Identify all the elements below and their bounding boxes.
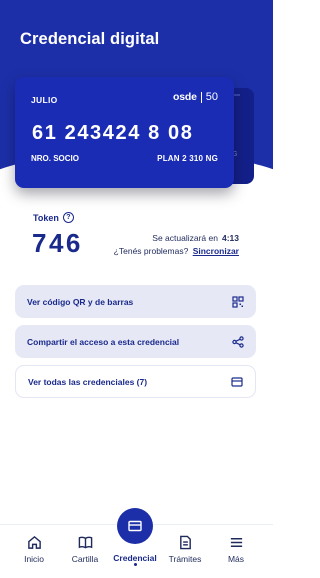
qr-code-button-label: Ver código QR y de barras	[27, 296, 134, 307]
plan-label: PLAN 2 310 NG	[157, 154, 218, 163]
member-number-label: NRO. SOCIO	[31, 154, 80, 163]
all-credentials-button[interactable]: Ver todas las credenciales (7)	[15, 365, 256, 398]
credential-fab-button[interactable]	[117, 508, 153, 544]
nav-item-inicio[interactable]: Inicio	[7, 535, 61, 564]
nav-item-mas[interactable]: Más	[209, 535, 263, 564]
share-credential-button[interactable]: Compartir el acceso a esta credencial	[15, 325, 256, 358]
page-title: Credencial digital	[20, 30, 160, 48]
all-credentials-label: Ver todas las credenciales (7)	[28, 376, 148, 387]
book-icon	[78, 536, 92, 549]
member-number: 61 243424 8 08	[32, 122, 194, 144]
document-icon	[179, 535, 191, 550]
update-text: Se actualizará en	[152, 233, 218, 243]
anniversary-mark: 50	[205, 91, 218, 103]
brand-name: osde	[173, 91, 197, 103]
help-icon[interactable]: ?	[62, 212, 74, 223]
card-holder-name: JULIO	[31, 95, 58, 105]
nav-label-cartilla: Cartilla	[71, 554, 99, 564]
nav-label-mas: Más	[227, 554, 245, 564]
token-label: Token ?	[33, 212, 74, 223]
token-update-info: Se actualizará en 4:13	[152, 233, 239, 243]
sync-link[interactable]: Sincronizar	[193, 246, 239, 256]
nav-item-tramites[interactable]: Trámites	[158, 535, 212, 564]
token-countdown: 4:13	[221, 233, 239, 243]
active-indicator-dot	[134, 563, 137, 566]
qr-code-icon	[232, 295, 244, 308]
problems-text: ¿Tenés problemas?	[113, 246, 189, 256]
nav-item-cartilla[interactable]: Cartilla	[58, 535, 112, 564]
brand-logo: osde 50	[173, 91, 218, 103]
nav-label-inicio: Inicio	[24, 554, 44, 564]
nav-item-credencial[interactable]: Credencial	[108, 553, 162, 563]
credential-card-icon	[128, 520, 142, 532]
nav-label-credencial: Credencial	[113, 553, 157, 563]
token-problems: ¿Tenés problemas? Sincronizar	[114, 246, 239, 256]
token-value: 746	[32, 228, 83, 258]
credential-card[interactable]: JULIO osde 50 61 243424 8 08 NRO. SOCIO …	[15, 77, 234, 188]
card-icon	[231, 376, 243, 387]
nav-label-tramites: Trámites	[168, 554, 202, 564]
token-label-text: Token	[33, 212, 59, 223]
logo-divider	[200, 91, 202, 103]
home-icon	[27, 535, 41, 549]
share-icon	[232, 335, 244, 348]
share-button-label: Compartir el acceso a esta credencial	[27, 336, 180, 347]
qr-code-button[interactable]: Ver código QR y de barras	[15, 285, 256, 318]
menu-icon	[230, 538, 242, 547]
